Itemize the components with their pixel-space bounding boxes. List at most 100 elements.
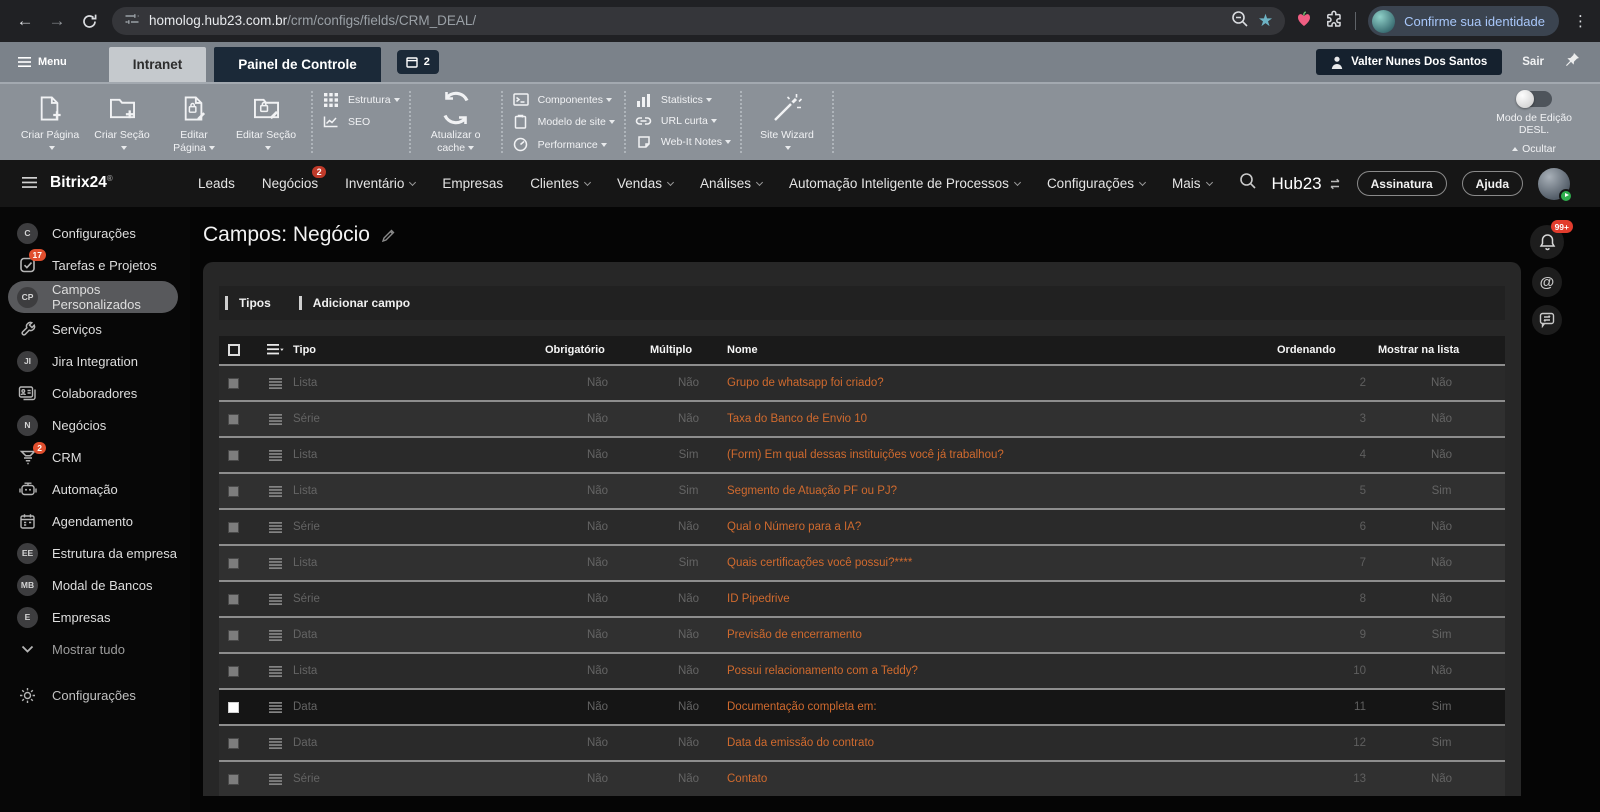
row-drag-menu-icon[interactable] xyxy=(258,378,293,389)
copilot-button[interactable]: @ xyxy=(1532,267,1562,297)
browser-menu-icon[interactable]: ⋮ xyxy=(1571,12,1590,30)
row-checkbox[interactable] xyxy=(228,378,239,389)
sidebar-item-jira-integration[interactable]: JIJira Integration xyxy=(8,345,178,377)
sidebar-item-agendamento[interactable]: Agendamento xyxy=(8,505,178,537)
row-checkbox[interactable] xyxy=(228,702,239,713)
browser-back-button[interactable]: ← xyxy=(10,6,40,36)
ajuda-button[interactable]: Ajuda xyxy=(1462,171,1523,196)
row-checkbox[interactable] xyxy=(228,630,239,641)
field-name-link[interactable]: Possui relacionamento com a Teddy? xyxy=(727,665,1277,677)
current-user-button[interactable]: Valter Nunes Dos Santos xyxy=(1316,49,1502,75)
field-row-possui-relacionamento-com-a-teddy[interactable]: ListaNãoNãoPossui relacionamento com a T… xyxy=(219,652,1505,688)
row-drag-menu-icon[interactable] xyxy=(258,666,293,677)
extension-berry-icon[interactable] xyxy=(1295,10,1313,33)
field-name-link[interactable]: Quais certificações você possui?**** xyxy=(727,557,1277,569)
header-multiplo[interactable]: Múltiplo xyxy=(650,344,727,356)
site-wizard-button[interactable]: Site Wizard xyxy=(751,84,823,160)
nav-item-leads[interactable]: Leads xyxy=(198,176,235,191)
select-all-checkbox[interactable] xyxy=(228,344,240,356)
edit-mode-toggle[interactable] xyxy=(1516,91,1552,107)
sidebar-item-mostrar-tudo[interactable]: Mostrar tudo xyxy=(8,633,178,665)
field-row-quais-certificacoes-voce-possui[interactable]: ListaNãoSimQuais certificações você poss… xyxy=(219,544,1505,580)
sidebar-item-automacao[interactable]: Automação xyxy=(8,473,178,505)
field-row-qual-o-numero-para-a-ia[interactable]: SérieNãoNãoQual o Número para a IA?6Não xyxy=(219,508,1505,544)
row-checkbox[interactable] xyxy=(228,666,239,677)
nav-item-mais[interactable]: Mais xyxy=(1172,176,1212,191)
nav-item-vendas[interactable]: Vendas xyxy=(617,176,673,191)
portal-name[interactable]: Hub23 xyxy=(1272,174,1342,194)
nav-item-inventario[interactable]: Inventário xyxy=(345,176,415,191)
row-drag-menu-icon[interactable] xyxy=(258,414,293,425)
row-checkbox[interactable] xyxy=(228,486,239,497)
tab-painel-de-controle[interactable]: Painel de Controle xyxy=(214,47,381,82)
tab-intranet[interactable]: Intranet xyxy=(109,47,207,82)
row-checkbox[interactable] xyxy=(228,522,239,533)
sidebar-item-estrutura-da-empresa[interactable]: EEEstrutura da empresa xyxy=(8,537,178,569)
field-name-link[interactable]: Contato xyxy=(727,773,1277,785)
sidebar-item-crm[interactable]: 2CRM xyxy=(8,441,178,473)
logout-link[interactable]: Sair xyxy=(1522,56,1544,68)
sidebar-item-campos-personalizados[interactable]: CPCampos Personalizados xyxy=(8,281,178,313)
performance-button[interactable]: Performance xyxy=(512,137,615,152)
field-name-link[interactable]: Previsão de encerramento xyxy=(727,629,1277,641)
field-row-id-pipedrive[interactable]: SérieNãoNãoID Pipedrive8Não xyxy=(219,580,1505,616)
field-row-taxa-do-banco-de-envio-10[interactable]: SérieNãoNãoTaxa do Banco de Envio 103Não xyxy=(219,400,1505,436)
row-checkbox[interactable] xyxy=(228,774,239,785)
user-avatar[interactable] xyxy=(1538,168,1570,200)
field-name-link[interactable]: Grupo de whatsapp foi criado? xyxy=(727,377,1277,389)
statistics-button[interactable]: Statistics xyxy=(635,93,731,107)
search-icon[interactable] xyxy=(1239,172,1257,195)
row-drag-menu-icon[interactable] xyxy=(258,522,293,533)
estrutura-button[interactable]: Estrutura xyxy=(322,93,400,107)
identity-prompt[interactable]: Confirme sua identidade xyxy=(1368,6,1559,36)
field-row-form-em-qual-dessas-instituicoes-voce-ja[interactable]: ListaNãoSim(Form) Em qual dessas institu… xyxy=(219,436,1505,472)
edit-pencil-icon[interactable] xyxy=(381,228,396,243)
url-curta-button[interactable]: URL curta xyxy=(635,115,731,127)
site-menu-button[interactable]: Menu xyxy=(0,42,83,82)
nav-item-configuracoes[interactable]: Configurações xyxy=(1047,176,1145,191)
row-checkbox[interactable] xyxy=(228,450,239,461)
row-drag-menu-icon[interactable] xyxy=(258,702,293,713)
row-drag-menu-icon[interactable] xyxy=(258,630,293,641)
field-name-link[interactable]: Segmento de Atuação PF ou PJ? xyxy=(727,485,1277,497)
nav-item-clientes[interactable]: Clientes xyxy=(530,176,590,191)
hide-ribbon-link[interactable]: Ocultar xyxy=(1512,143,1556,155)
field-row-grupo-de-whatsapp-foi-criado[interactable]: ListaNãoNãoGrupo de whatsapp foi criado?… xyxy=(219,364,1505,400)
sidebar-item-configuracoes[interactable]: CConfigurações xyxy=(8,217,178,249)
sidebar-item-negocios[interactable]: NNegócios xyxy=(8,409,178,441)
sidebar-item-modal-de-bancos[interactable]: MBModal de Bancos xyxy=(8,569,178,601)
row-checkbox[interactable] xyxy=(228,594,239,605)
header-tipo[interactable]: Tipo xyxy=(293,344,545,356)
row-drag-menu-icon[interactable] xyxy=(258,558,293,569)
row-drag-menu-icon[interactable] xyxy=(258,594,293,605)
address-bar[interactable]: homolog.hub23.com.br/crm/configs/fields/… xyxy=(112,7,1285,35)
row-drag-menu-icon[interactable] xyxy=(258,774,293,785)
sidebar-item-tarefas-e-projetos[interactable]: 17Tarefas e Projetos xyxy=(8,249,178,281)
tipos-button[interactable]: Tipos xyxy=(225,296,271,310)
adicionar-campo-button[interactable]: Adicionar campo xyxy=(299,296,410,310)
criar-pagina-button[interactable]: Criar Página xyxy=(14,84,86,160)
history-chat-button[interactable] xyxy=(1532,305,1562,335)
atualizar-o-cache-button[interactable]: Atualizar o cache xyxy=(420,84,492,160)
header-obrigatorio[interactable]: Obrigatório xyxy=(545,344,650,356)
nav-item-negocios[interactable]: Negócios2 xyxy=(262,176,318,191)
notifications-bell-button[interactable]: 99+ xyxy=(1530,225,1564,259)
sidebar-item-servicos[interactable]: Serviços xyxy=(8,313,178,345)
seo-button[interactable]: SEO xyxy=(322,115,400,128)
nav-item-empresas[interactable]: Empresas xyxy=(442,176,503,191)
nav-item-analises[interactable]: Análises xyxy=(700,176,762,191)
field-name-link[interactable]: ID Pipedrive xyxy=(727,593,1277,605)
criar-secao-button[interactable]: Criar Seção xyxy=(86,84,158,160)
row-checkbox[interactable] xyxy=(228,414,239,425)
field-name-link[interactable]: Documentação completa em: xyxy=(727,701,1277,713)
sidebar-item-empresas[interactable]: EEmpresas xyxy=(8,601,178,633)
field-name-link[interactable]: Qual o Número para a IA? xyxy=(727,521,1277,533)
row-drag-menu-icon[interactable] xyxy=(258,450,293,461)
header-ordenando[interactable]: Ordenando xyxy=(1277,344,1378,356)
columns-settings-icon[interactable] xyxy=(258,344,293,356)
zoom-out-icon[interactable] xyxy=(1231,10,1249,33)
field-row-data-da-emissao-do-contrato[interactable]: DataNãoNãoData da emissão do contrato12S… xyxy=(219,724,1505,760)
site-info-icon[interactable] xyxy=(124,11,140,32)
header-mostrar-na-lista[interactable]: Mostrar na lista xyxy=(1378,344,1505,356)
web-it-notes-button[interactable]: Web-It Notes xyxy=(635,135,731,149)
